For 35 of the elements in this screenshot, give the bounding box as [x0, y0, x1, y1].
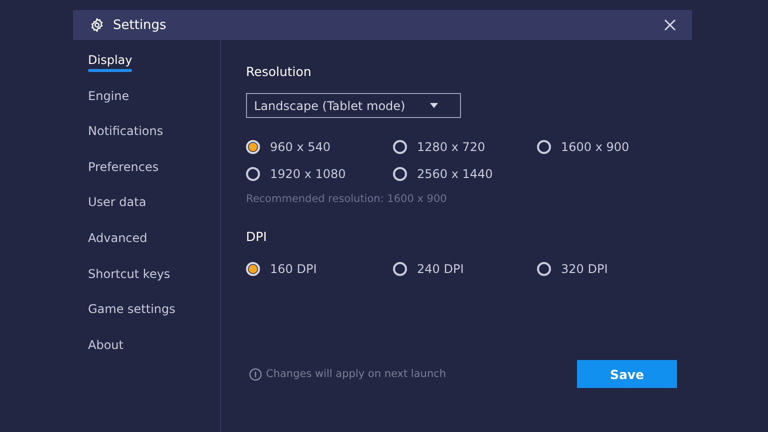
note-text: Changes will apply on next launch [266, 368, 446, 380]
sidebar-item[interactable]: Notifications [88, 121, 164, 157]
radio-label: 1920 x 1080 [270, 167, 346, 181]
radio-button[interactable] [246, 140, 260, 154]
dropdown[interactable]: Landscape (Tablet mode) [246, 93, 461, 118]
window-title: Settings [113, 18, 166, 32]
radio-button[interactable] [393, 167, 407, 181]
section-heading: Resolution [246, 64, 312, 81]
sidebar-item[interactable]: About [88, 334, 124, 370]
section-heading: DPI [246, 229, 267, 246]
hint-text: Recommended resolution: 1600 x 900 [246, 193, 447, 205]
sidebar-item[interactable]: User data [88, 192, 146, 228]
radio-label: 240 DPI [417, 262, 464, 276]
radio-label: 1600 x 900 [561, 140, 630, 154]
close-icon[interactable] [664, 19, 676, 31]
radio-button[interactable] [537, 140, 551, 154]
radio-button[interactable] [537, 262, 551, 276]
caret-icon [430, 103, 438, 108]
radio-label: 320 DPI [561, 262, 608, 276]
radio-button[interactable] [393, 140, 407, 154]
radio-button[interactable] [246, 167, 260, 181]
sidebar-item[interactable]: Advanced [88, 228, 148, 264]
sidebar-item[interactable]: Preferences [88, 156, 159, 192]
radio-label: 960 x 540 [270, 140, 331, 154]
info-icon [249, 368, 262, 380]
sidebar-item[interactable]: Engine [88, 86, 130, 122]
radio-button[interactable] [393, 262, 407, 276]
radio-button[interactable] [246, 262, 260, 276]
sidebar-item[interactable]: Display [88, 50, 132, 86]
radio-label: 1280 x 720 [417, 140, 486, 154]
sidebar-item[interactable]: Game settings [88, 299, 176, 335]
sidebar-item[interactable]: Shortcut keys [88, 264, 170, 300]
radio-label: 2560 x 1440 [417, 167, 493, 181]
settings-icon [90, 18, 104, 32]
radio-label: 160 DPI [270, 262, 317, 276]
